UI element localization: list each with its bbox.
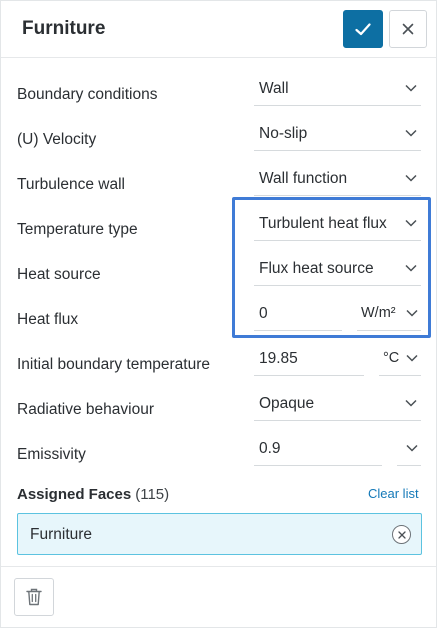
field-boundary-conditions: Boundary conditions Wall: [1, 72, 436, 117]
assigned-face-chip[interactable]: Furniture: [17, 513, 422, 555]
select-value: Wall: [259, 80, 289, 97]
chevron-down-icon: [406, 354, 418, 362]
chevron-down-icon: [405, 399, 417, 407]
assigned-faces-title: Assigned Faces: [17, 486, 132, 503]
chevron-down-icon: [405, 84, 417, 92]
chevron-down-icon: [405, 264, 417, 272]
field-label: Radiative behaviour: [17, 401, 155, 418]
confirm-button[interactable]: [343, 10, 383, 48]
select-value: Opaque: [259, 395, 315, 412]
field-emissivity: Emissivity 0.9: [1, 432, 436, 477]
chevron-down-icon: [405, 174, 417, 182]
select-value: No-slip: [259, 125, 308, 142]
assigned-faces-count: (115): [135, 486, 170, 503]
boundary-conditions-select[interactable]: Wall: [254, 72, 421, 106]
initial-temperature-input[interactable]: 19.85: [254, 342, 364, 376]
field-label: Boundary conditions: [17, 86, 158, 103]
unit-value: W/m²: [361, 305, 396, 321]
clear-list-link[interactable]: Clear list: [368, 486, 419, 501]
select-value: Flux heat source: [259, 260, 374, 277]
turbulence-wall-select[interactable]: Wall function: [254, 162, 421, 196]
field-turbulence-wall: Turbulence wall Wall function: [1, 162, 436, 207]
select-value: Turbulent heat flux: [259, 215, 387, 232]
field-heat-source: Heat source Flux heat source: [1, 252, 436, 297]
panel-title: Furniture: [22, 18, 106, 39]
check-icon: [355, 22, 371, 35]
input-value: 19.85: [259, 350, 298, 367]
chevron-down-icon: [406, 309, 418, 317]
chevron-down-icon: [405, 129, 417, 137]
heat-source-select[interactable]: Flux heat source: [254, 252, 421, 286]
velocity-select[interactable]: No-slip: [254, 117, 421, 151]
close-button[interactable]: [389, 10, 427, 48]
close-icon: [402, 23, 414, 35]
field-temperature-type: Temperature type Turbulent heat flux: [1, 207, 436, 252]
unit-value: °C: [383, 350, 400, 366]
input-value: 0.9: [259, 440, 281, 457]
properties-panel: Furniture Boundary conditions Wall (U) V…: [0, 0, 437, 628]
field-label: Initial boundary temperature: [17, 356, 211, 373]
input-value: 0: [259, 305, 268, 322]
chevron-down-icon: [406, 444, 418, 452]
chip-label: Furniture: [30, 526, 93, 543]
field-label: Heat source: [17, 266, 101, 283]
trash-icon: [26, 588, 42, 606]
chevron-down-icon: [405, 219, 417, 227]
heat-flux-input[interactable]: 0: [254, 297, 342, 331]
field-label: (U) Velocity: [17, 131, 97, 148]
close-circle-icon: [397, 530, 406, 539]
select-value: Wall function: [259, 170, 348, 187]
delete-button[interactable]: [14, 578, 54, 616]
field-radiative-behaviour: Radiative behaviour Opaque: [1, 387, 436, 432]
field-label: Heat flux: [17, 311, 79, 328]
emissivity-input[interactable]: 0.9: [254, 432, 382, 466]
heat-flux-unit-select[interactable]: W/m²: [357, 297, 421, 331]
temperature-unit-select[interactable]: °C: [379, 342, 421, 376]
field-label: Emissivity: [17, 446, 86, 463]
radiative-behaviour-select[interactable]: Opaque: [254, 387, 421, 421]
field-label: Turbulence wall: [17, 176, 125, 193]
emissivity-mode-select[interactable]: [397, 432, 421, 466]
panel-header: Furniture: [1, 1, 436, 58]
field-heat-flux: Heat flux 0 W/m²: [1, 297, 436, 342]
remove-chip-button[interactable]: [392, 525, 411, 544]
field-velocity: (U) Velocity No-slip: [1, 117, 436, 162]
panel-footer: [1, 566, 436, 628]
field-initial-boundary-temperature: Initial boundary temperature 19.85 °C: [1, 342, 436, 387]
field-label: Temperature type: [17, 221, 138, 238]
temperature-type-select[interactable]: Turbulent heat flux: [254, 207, 421, 241]
assigned-faces-heading: Assigned Faces (115): [17, 486, 169, 503]
